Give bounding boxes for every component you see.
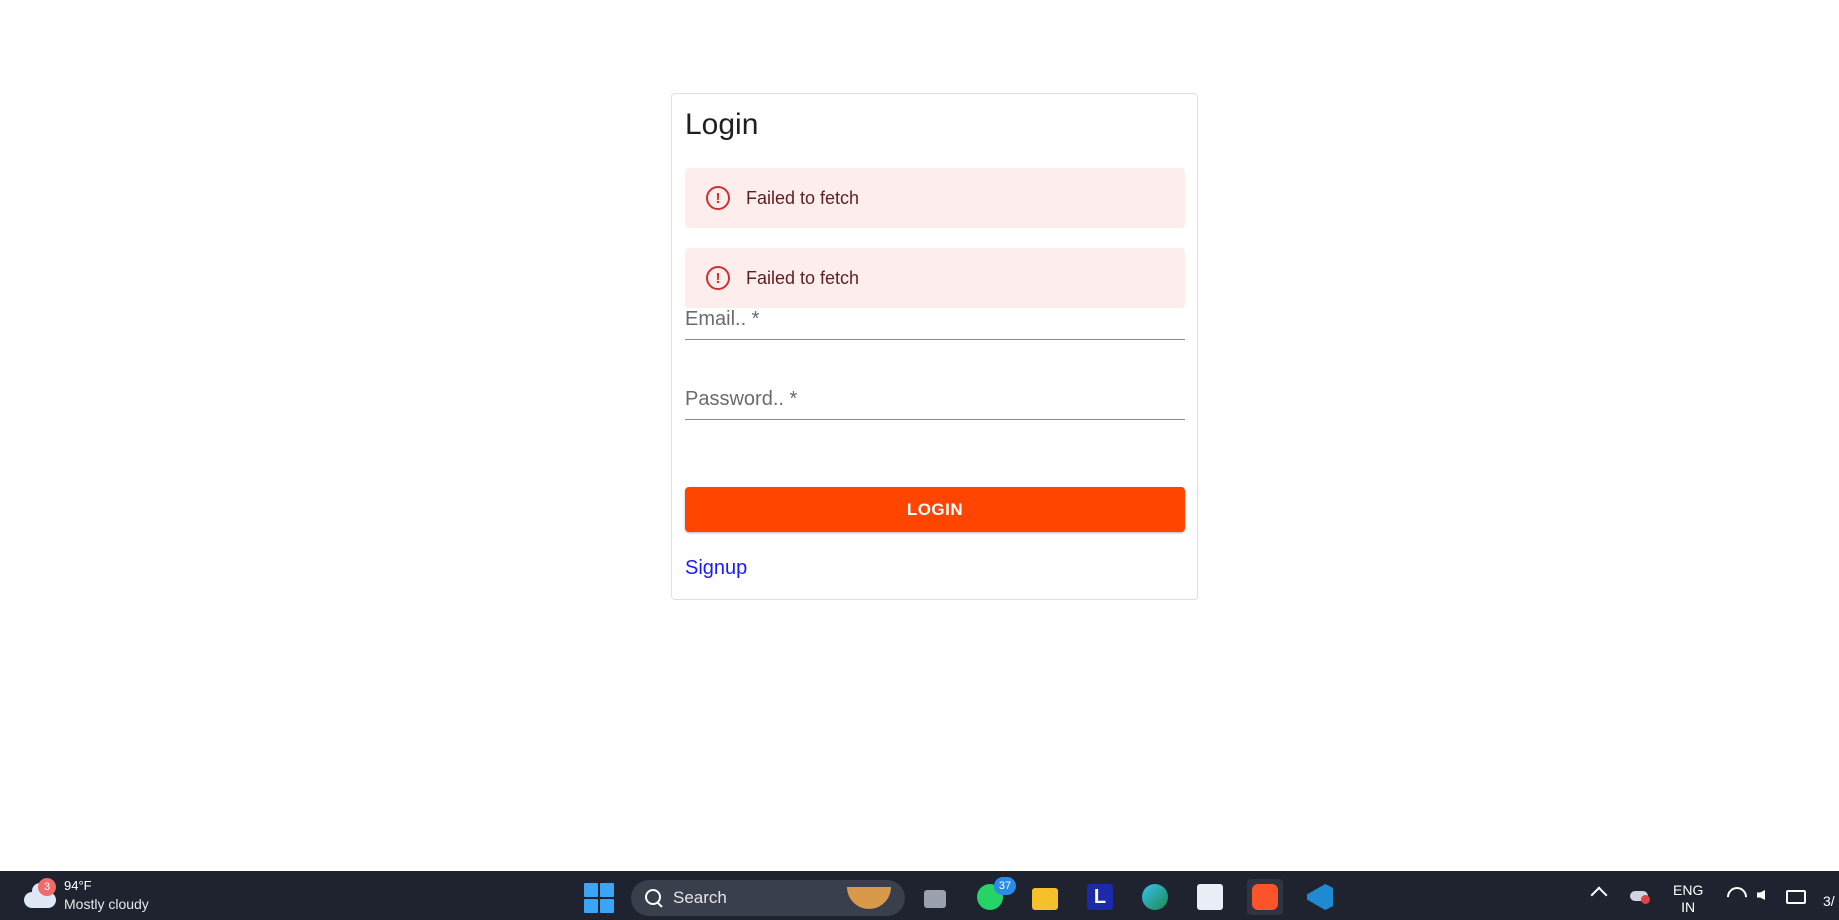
password-field[interactable]: Password.. * (685, 372, 1185, 420)
alert-message: Failed to fetch (746, 187, 860, 208)
error-alert: ! Failed to fetch (685, 168, 1185, 228)
notification-badge: 37 (994, 877, 1016, 895)
whatsapp-icon[interactable]: 37 (972, 877, 1016, 915)
login-card: Login ! Failed to fetch ! Failed to fetc… (671, 93, 1198, 600)
email-label: Email.. * (685, 308, 760, 330)
l-app-icon[interactable]: L (1082, 879, 1118, 915)
weather-widget[interactable]: 3 94°F Mostly cloudy (22, 877, 149, 913)
wifi-icon[interactable] (1725, 885, 1745, 905)
password-label: Password.. * (685, 388, 798, 410)
volume-icon[interactable] (1755, 885, 1775, 905)
browser-viewport: Login ! Failed to fetch ! Failed to fetc… (0, 0, 1839, 871)
weather-badge: 3 (38, 878, 56, 896)
search-icon (645, 889, 663, 907)
task-view-icon[interactable] (917, 879, 953, 915)
error-outline-icon: ! (706, 186, 730, 210)
windows-start-icon[interactable] (584, 883, 614, 913)
login-button[interactable]: LOGIN (685, 487, 1185, 532)
taskbar: 3 94°F Mostly cloudy Search 37 L ENG IN … (0, 871, 1839, 920)
alert-message: Failed to fetch (746, 267, 860, 288)
taskbar-search[interactable]: Search (631, 880, 905, 916)
brave-icon[interactable] (1247, 879, 1283, 915)
search-highlight-icon (847, 887, 891, 909)
email-field[interactable]: Email.. * (685, 292, 1185, 340)
search-placeholder: Search (673, 888, 727, 907)
store-icon[interactable] (1192, 879, 1228, 915)
chevron-up-icon[interactable] (1590, 886, 1608, 904)
onedrive-error-icon[interactable] (1630, 885, 1650, 905)
weather-temperature: 94°F (64, 878, 92, 893)
clock[interactable]: 3/ (1823, 893, 1835, 909)
vscode-icon[interactable] (1302, 879, 1338, 915)
weather-description: Mostly cloudy (64, 896, 149, 912)
error-outline-icon: ! (706, 266, 730, 290)
battery-icon[interactable] (1785, 885, 1806, 905)
cloud-icon: 3 (22, 878, 58, 910)
page-title: Login (685, 108, 759, 141)
language-indicator[interactable]: ENG IN (1673, 882, 1703, 916)
folder-icon[interactable] (1027, 879, 1063, 915)
edge-icon[interactable] (1137, 879, 1173, 915)
signup-link[interactable]: Signup (685, 557, 747, 580)
